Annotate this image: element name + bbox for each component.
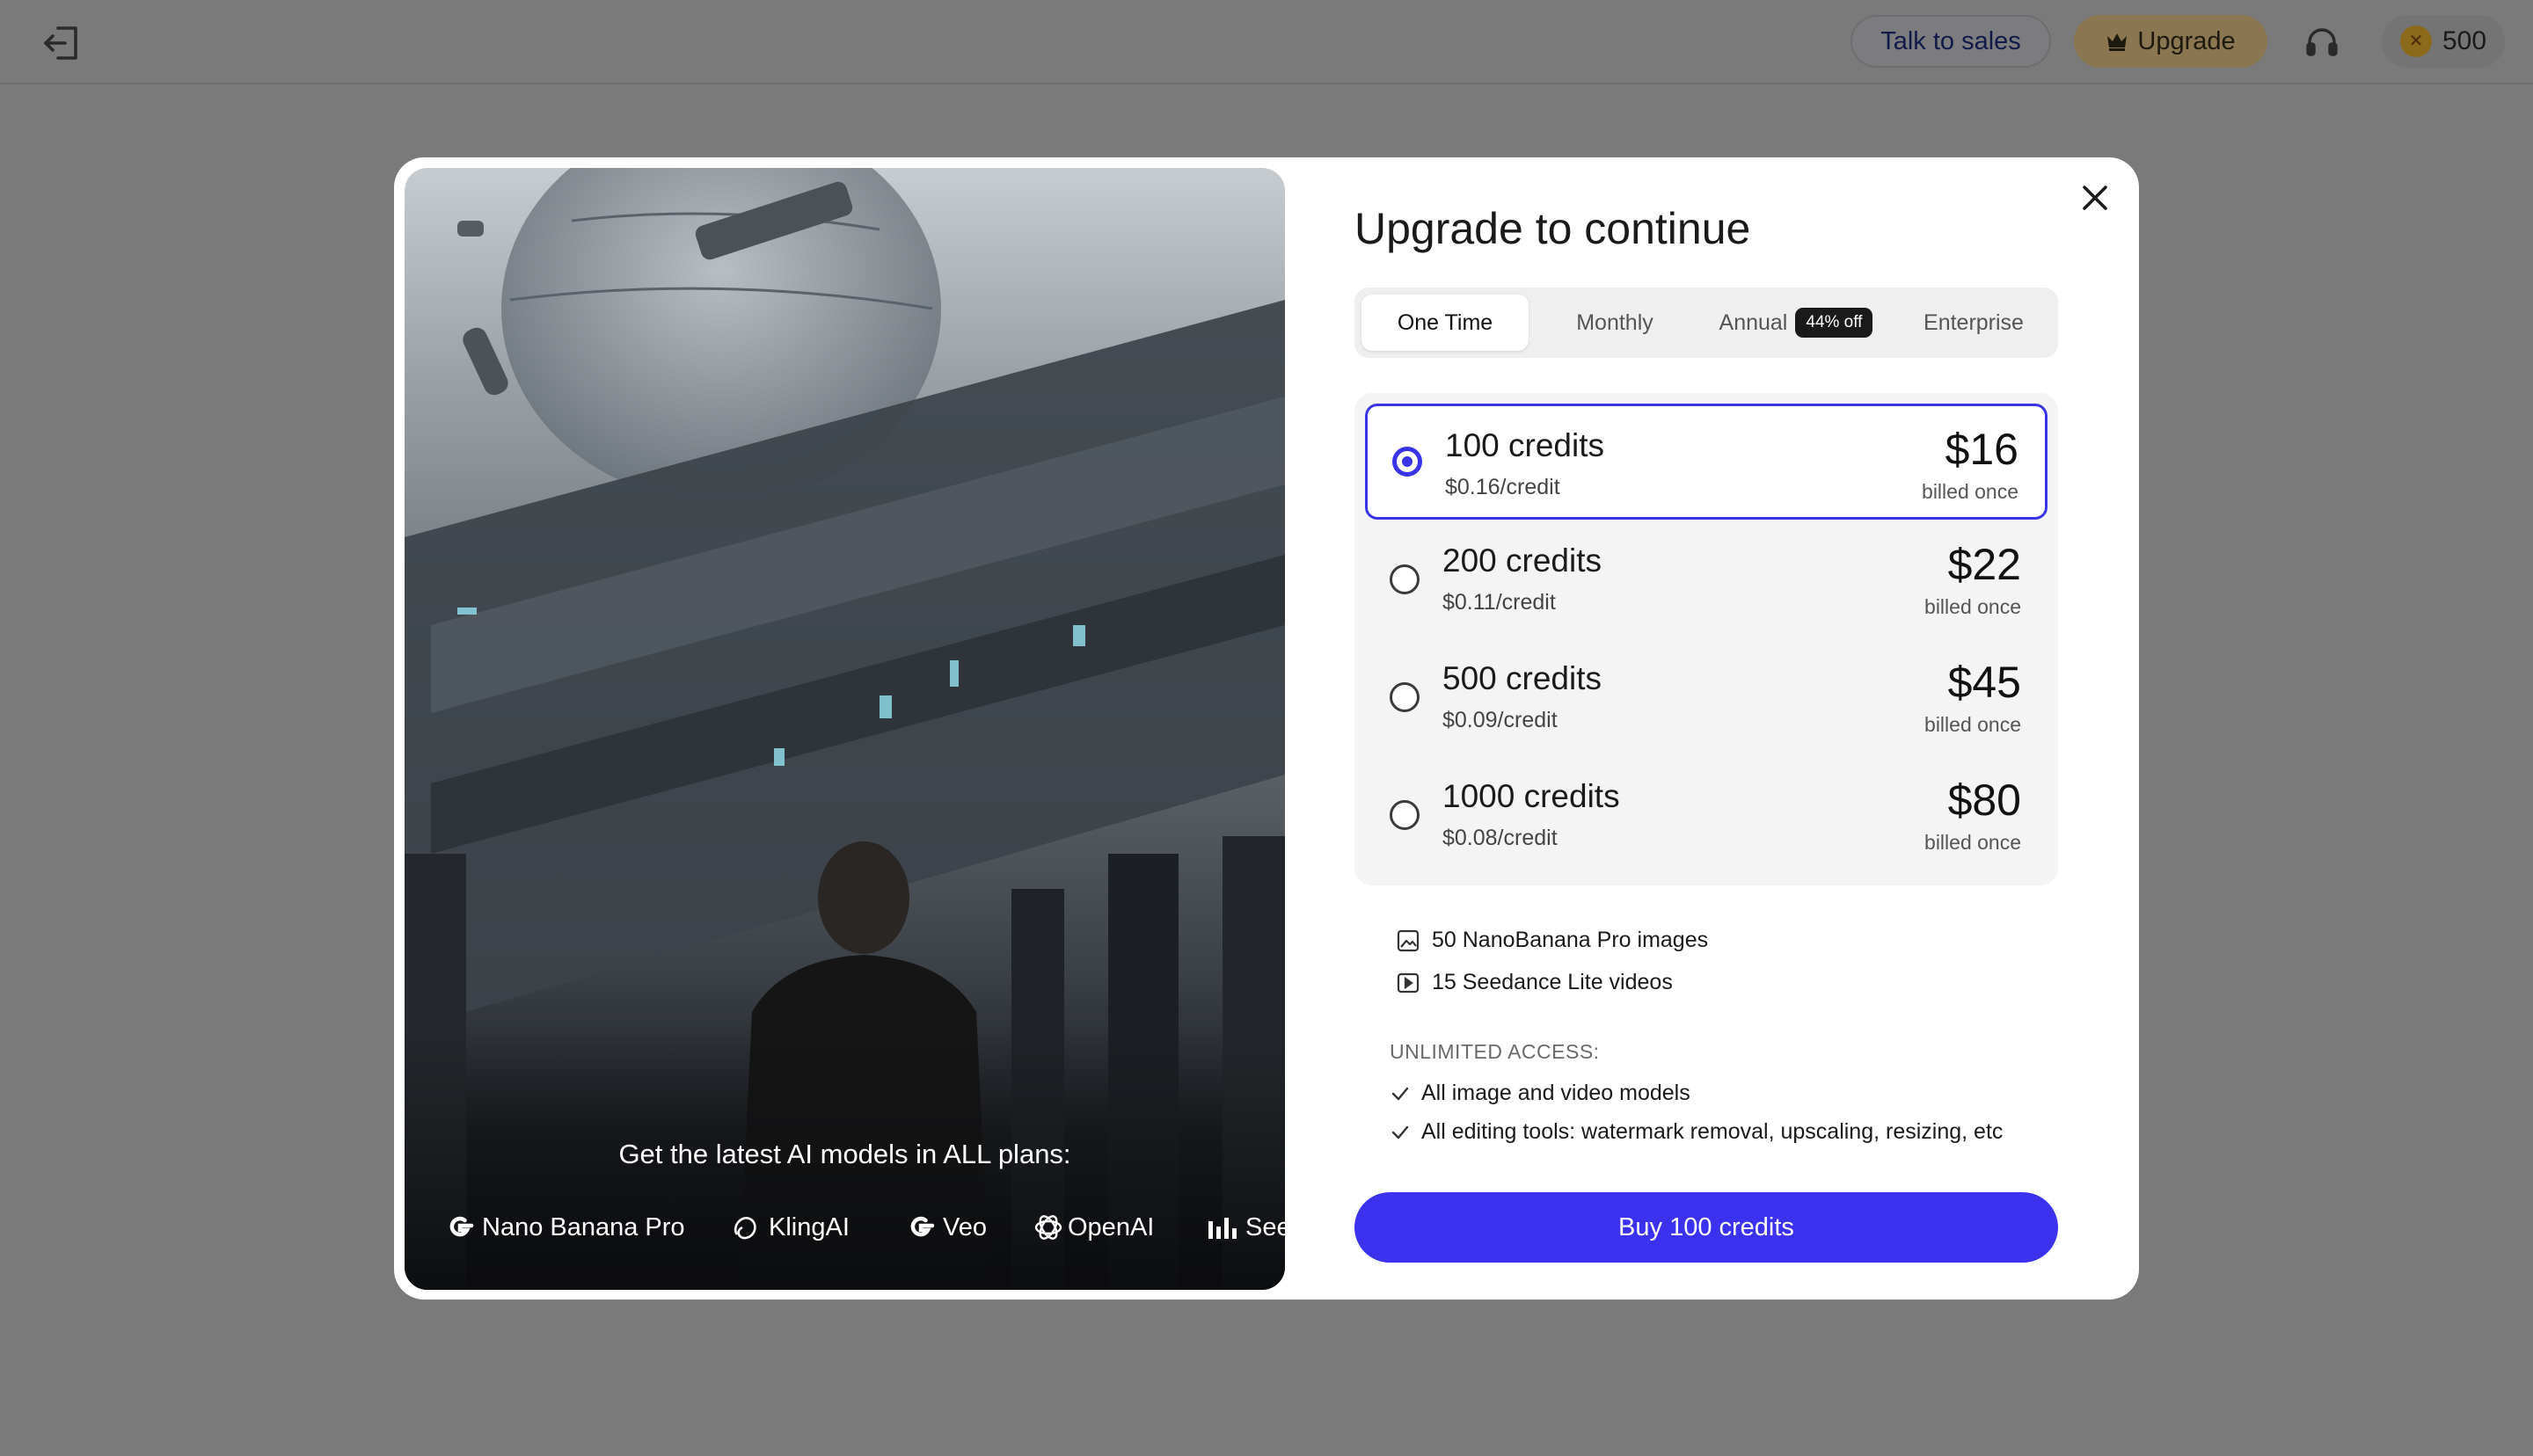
coin-icon bbox=[2399, 25, 2432, 57]
option-credits: 1000 credits bbox=[1442, 778, 1620, 814]
option-rate: $0.16/credit bbox=[1445, 475, 1560, 499]
tab-one-time[interactable]: One Time bbox=[1361, 295, 1529, 351]
exit-icon[interactable] bbox=[42, 23, 83, 63]
option-price: $16 bbox=[1945, 425, 2018, 474]
tab-label: Enterprise bbox=[1923, 309, 2024, 335]
feature-videos: 15 Seedance Lite videos bbox=[1397, 970, 1673, 995]
unlimited-access-label: UNLIMITED ACCESS: bbox=[1390, 1040, 1600, 1063]
top-bar: Talk to sales Upgrade 500 bbox=[0, 0, 2533, 84]
hero-illustration bbox=[405, 168, 1285, 1290]
hero-caption: Get the latest AI models in ALL plans: bbox=[618, 1139, 1071, 1169]
model-logo-openai: OpenAI bbox=[1033, 1205, 1154, 1249]
check-icon bbox=[1391, 1125, 1409, 1139]
credit-options: 100 credits $0.16/credit $16 billed once… bbox=[1354, 393, 2058, 885]
modal-title: Upgrade to continue bbox=[1354, 204, 1751, 253]
billing-tabs: One Time Monthly Annual 44% off Enterpri… bbox=[1354, 288, 2058, 358]
option-price: $22 bbox=[1947, 540, 2021, 589]
option-100-credits[interactable]: 100 credits $0.16/credit $16 billed once bbox=[1365, 404, 2048, 520]
model-name: Veo bbox=[943, 1212, 987, 1241]
model-logo-klingai: KlingAI bbox=[730, 1205, 850, 1249]
radio-button[interactable] bbox=[1390, 682, 1420, 712]
model-logos: Nano Banana Pro KlingAI Veo OpenAI See bbox=[405, 1205, 1285, 1249]
option-200-credits[interactable]: 200 credits $0.11/credit $22 billed once bbox=[1365, 521, 2048, 637]
option-credits: 500 credits bbox=[1442, 660, 1602, 696]
option-billing: billed once bbox=[1924, 831, 2021, 854]
feature-text: 15 Seedance Lite videos bbox=[1432, 970, 1673, 994]
image-icon bbox=[1397, 929, 1420, 951]
kling-icon bbox=[734, 1217, 756, 1240]
model-logo-veo: Veo bbox=[906, 1205, 987, 1249]
model-name: See bbox=[1245, 1212, 1285, 1241]
close-icon[interactable] bbox=[2077, 180, 2113, 215]
video-icon bbox=[1397, 972, 1420, 993]
radio-button[interactable] bbox=[1390, 800, 1420, 830]
option-rate: $0.08/credit bbox=[1442, 826, 1558, 850]
unlimited-item-text: All editing tools: watermark removal, up… bbox=[1421, 1119, 2004, 1144]
crown-icon bbox=[2107, 33, 2128, 51]
option-billing: billed once bbox=[1924, 595, 2021, 618]
tab-label: Monthly bbox=[1576, 309, 1653, 335]
google-icon bbox=[449, 1216, 474, 1237]
option-credits: 100 credits bbox=[1445, 427, 1604, 463]
talk-to-sales-label: Talk to sales bbox=[1880, 26, 2021, 55]
upgrade-modal: Get the latest AI models in ALL plans: N… bbox=[394, 157, 2139, 1299]
model-logo-seedance: See bbox=[1207, 1205, 1285, 1249]
option-credits: 200 credits bbox=[1442, 542, 1602, 579]
buy-credits-label: Buy 100 credits bbox=[1618, 1212, 1794, 1241]
google-icon bbox=[910, 1216, 935, 1237]
option-1000-credits[interactable]: 1000 credits $0.08/credit $80 billed onc… bbox=[1365, 757, 2048, 873]
radio-button[interactable] bbox=[1392, 447, 1422, 477]
upgrade-button[interactable]: Upgrade bbox=[2074, 15, 2267, 68]
model-name: OpenAI bbox=[1068, 1212, 1155, 1241]
tab-monthly[interactable]: Monthly bbox=[1536, 295, 1694, 351]
option-price: $45 bbox=[1947, 658, 2021, 707]
model-name: Nano Banana Pro bbox=[482, 1212, 685, 1241]
option-price: $80 bbox=[1947, 775, 2021, 825]
discount-badge: 44% off bbox=[1795, 308, 1873, 338]
feature-images: 50 NanoBanana Pro images bbox=[1397, 928, 1708, 953]
hero-image-panel: Get the latest AI models in ALL plans: N… bbox=[405, 168, 1285, 1290]
check-icon bbox=[1391, 1087, 1409, 1100]
feature-text: 50 NanoBanana Pro images bbox=[1432, 928, 1709, 952]
tab-enterprise[interactable]: Enterprise bbox=[1896, 295, 2051, 351]
buy-credits-button[interactable]: Buy 100 credits bbox=[1354, 1192, 2058, 1263]
model-name: KlingAI bbox=[769, 1212, 850, 1241]
unlimited-item: All editing tools: watermark removal, up… bbox=[1390, 1119, 2003, 1145]
tab-annual[interactable]: Annual 44% off bbox=[1699, 295, 1893, 351]
option-rate: $0.11/credit bbox=[1442, 590, 1556, 615]
headphones-icon[interactable] bbox=[2304, 25, 2340, 60]
radio-button[interactable] bbox=[1390, 564, 1420, 594]
option-billing: billed once bbox=[1924, 713, 2021, 736]
tab-label: One Time bbox=[1397, 309, 1493, 335]
credits-balance[interactable]: 500 bbox=[2382, 15, 2505, 68]
tab-label: Annual bbox=[1719, 309, 1788, 335]
unlimited-item: All image and video models bbox=[1390, 1081, 1690, 1106]
talk-to-sales-button[interactable]: Talk to sales bbox=[1850, 15, 2051, 68]
model-logo-nano-banana-pro: Nano Banana Pro bbox=[445, 1205, 685, 1249]
option-billing: billed once bbox=[1922, 480, 2018, 503]
upgrade-label: Upgrade bbox=[2137, 26, 2236, 55]
credits-count: 500 bbox=[2442, 26, 2487, 55]
option-rate: $0.09/credit bbox=[1442, 708, 1558, 732]
seedance-icon bbox=[1208, 1218, 1237, 1239]
openai-icon bbox=[1034, 1215, 1062, 1240]
option-500-credits[interactable]: 500 credits $0.09/credit $45 billed once bbox=[1365, 639, 2048, 755]
unlimited-item-text: All image and video models bbox=[1421, 1081, 1690, 1105]
